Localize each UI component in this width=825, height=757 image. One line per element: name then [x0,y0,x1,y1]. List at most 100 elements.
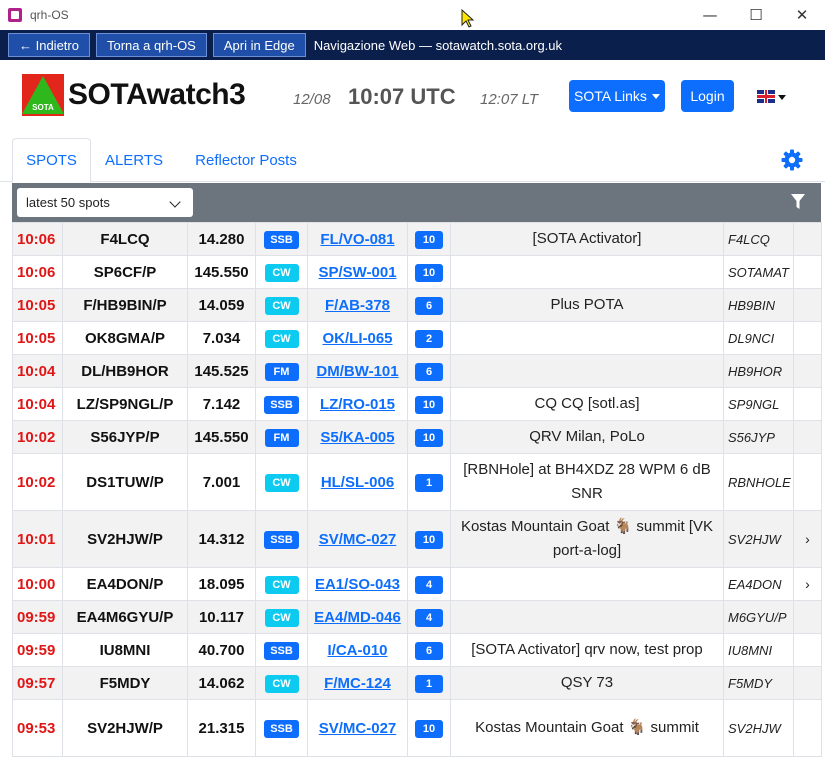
summit-link[interactable]: EA1/SO-043 [315,576,400,593]
spot-comment: [SOTA Activator] qrv now, test prop [450,633,724,667]
points-cell: 10 [407,699,451,757]
activator-callsign: IU8MNI [62,633,188,667]
summit-link[interactable]: SV/MC-027 [319,720,397,737]
spot-time: 10:04 [12,354,63,388]
summit-link[interactable]: SV/MC-027 [319,531,397,548]
summit-link[interactable]: S5/KA-005 [320,429,394,446]
uk-flag-icon[interactable] [757,90,775,103]
frequency: 18.095 [187,567,256,601]
back-button[interactable]: ← Indietro [8,33,90,57]
spot-row[interactable]: 09:53 SV2HJW/P 21.315 SSB SV/MC-027 10 Kostas … [12,699,822,757]
spots-count-select[interactable]: latest 50 spots [17,188,193,217]
minimize-button[interactable]: — [687,0,733,30]
summit-link[interactable]: F/MC-124 [324,675,391,692]
spot-time: 09:53 [12,699,63,757]
spot-row[interactable]: 10:02 S56JYP/P 145.550 FM S5/KA-005 10 QRV Mil… [12,420,822,454]
expand-arrow-icon[interactable] [793,354,822,388]
spotter-callsign: IU8MNI [723,633,794,667]
tab-alerts[interactable]: ALERTS [96,138,172,182]
summit-link[interactable]: HL/SL-006 [321,474,394,491]
spot-row[interactable]: 10:04 DL/HB9HOR 145.525 FM DM/BW-101 6 HB9HOR [12,354,822,388]
summit-link[interactable]: FL/VO-081 [320,231,394,248]
summit-link[interactable]: DM/BW-101 [316,363,398,380]
spot-row[interactable]: 10:05 OK8GMA/P 7.034 CW OK/LI-065 2 DL9NCI [12,321,822,355]
spot-row[interactable]: 10:05 F/HB9BIN/P 14.059 CW F/AB-378 6 Plus POT… [12,288,822,322]
points-cell: 4 [407,567,451,601]
summit-link[interactable]: EA4/MD-046 [314,609,401,626]
spot-row[interactable]: 10:06 F4LCQ 14.280 SSB FL/VO-081 10 [SOTA Acti… [12,222,822,256]
mode-cell: SSB [255,510,308,568]
spot-comment: [RBNHole] at BH4XDZ 28 WPM 6 dB SNR [450,453,724,511]
activator-callsign: F4LCQ [62,222,188,256]
frequency: 145.525 [187,354,256,388]
expand-arrow-icon[interactable]: › [793,567,822,601]
maximize-button[interactable]: ☐ [733,0,779,30]
points-cell: 6 [407,288,451,322]
spot-row[interactable]: 10:00 EA4DON/P 18.095 CW EA1/SO-043 4 EA4DON › [12,567,822,601]
expand-arrow-icon[interactable] [793,633,822,667]
mode-badge: CW [264,575,299,594]
spot-time: 09:59 [12,600,63,634]
spot-row[interactable]: 09:59 IU8MNI 40.700 SSB I/CA-010 6 [SOTA Activ… [12,633,822,667]
points-badge: 6 [415,641,443,660]
summit-link[interactable]: I/CA-010 [327,642,387,659]
expand-arrow-icon[interactable] [793,453,822,511]
expand-arrow-icon[interactable] [793,420,822,454]
sota-links-button[interactable]: SOTA Links [569,80,665,112]
activator-callsign: EA4M6GYU/P [62,600,188,634]
home-button[interactable]: Torna a qrh-OS [95,33,207,57]
spot-comment: QSY 73 [450,666,724,700]
spot-row[interactable]: 10:06 SP6CF/P 145.550 CW SP/SW-001 10 SOTAMAT [12,255,822,289]
expand-arrow-icon[interactable] [793,666,822,700]
close-button[interactable]: ✕ [779,0,825,30]
open-in-edge-button[interactable]: Apri in Edge [212,33,306,57]
spot-comment: QRV Milan, PoLo [450,420,724,454]
filter-icon[interactable] [791,194,805,210]
expand-arrow-icon[interactable] [793,387,822,421]
gear-icon[interactable] [780,148,804,172]
login-button[interactable]: Login [681,80,734,112]
mode-badge: SSB [264,641,299,660]
activator-callsign: F5MDY [62,666,188,700]
summit-cell: SP/SW-001 [307,255,408,289]
expand-arrow-icon[interactable] [793,600,822,634]
expand-arrow-icon[interactable] [793,699,822,757]
summit-link[interactable]: LZ/RO-015 [320,396,395,413]
tab-spots[interactable]: SPOTS [12,138,91,183]
spotter-callsign: SV2HJW [723,699,794,757]
mode-badge: SSB [264,395,299,414]
window-controls: — ☐ ✕ [687,0,825,30]
expand-arrow-icon[interactable]: › [793,510,822,568]
filter-bar: latest 50 spots [12,183,821,222]
browser-navbar: ← Indietro Torna a qrh-OS Apri in Edge N… [0,30,825,60]
tab-reflector-posts[interactable]: Reflector Posts [180,138,312,182]
expand-arrow-icon[interactable] [793,222,822,256]
spot-row[interactable]: 09:59 EA4M6GYU/P 10.117 CW EA4/MD-046 4 M6GYU/… [12,600,822,634]
summit-link[interactable]: SP/SW-001 [318,264,396,281]
expand-arrow-icon[interactable] [793,255,822,289]
spot-row[interactable]: 10:02 DS1TUW/P 7.001 CW HL/SL-006 1 [RBNHole] … [12,453,822,511]
activator-callsign: SP6CF/P [62,255,188,289]
spot-row[interactable]: 09:57 F5MDY 14.062 CW F/MC-124 1 QSY 73 F5MDY [12,666,822,700]
mode-badge: CW [264,329,299,348]
site-header: SOTA SOTAwatch3 12/08 10:07 UTC 12:07 LT… [0,60,825,132]
spotter-callsign: HB9BIN [723,288,794,322]
brand-title[interactable]: SOTAwatch3 [68,78,246,112]
spot-comment [450,354,724,388]
spot-comment: [SOTA Activator] [450,222,724,256]
expand-arrow-icon[interactable] [793,321,822,355]
frequency: 7.001 [187,453,256,511]
utc-date: 12/08 [293,91,331,108]
sota-logo[interactable]: SOTA [22,74,64,116]
tab-bar: SPOTS ALERTS Reflector Posts [0,138,825,183]
activator-callsign: S56JYP/P [62,420,188,454]
expand-arrow-icon[interactable] [793,288,822,322]
spot-comment [450,600,724,634]
spotter-callsign: EA4DON [723,567,794,601]
mode-cell: FM [255,354,308,388]
spot-row[interactable]: 10:01 SV2HJW/P 14.312 SSB SV/MC-027 10 Kostas … [12,510,822,568]
spot-row[interactable]: 10:04 LZ/SP9NGL/P 7.142 SSB LZ/RO-015 10 CQ CQ… [12,387,822,421]
summit-link[interactable]: F/AB-378 [325,297,390,314]
summit-link[interactable]: OK/LI-065 [322,330,392,347]
language-caret-icon[interactable] [778,95,786,100]
